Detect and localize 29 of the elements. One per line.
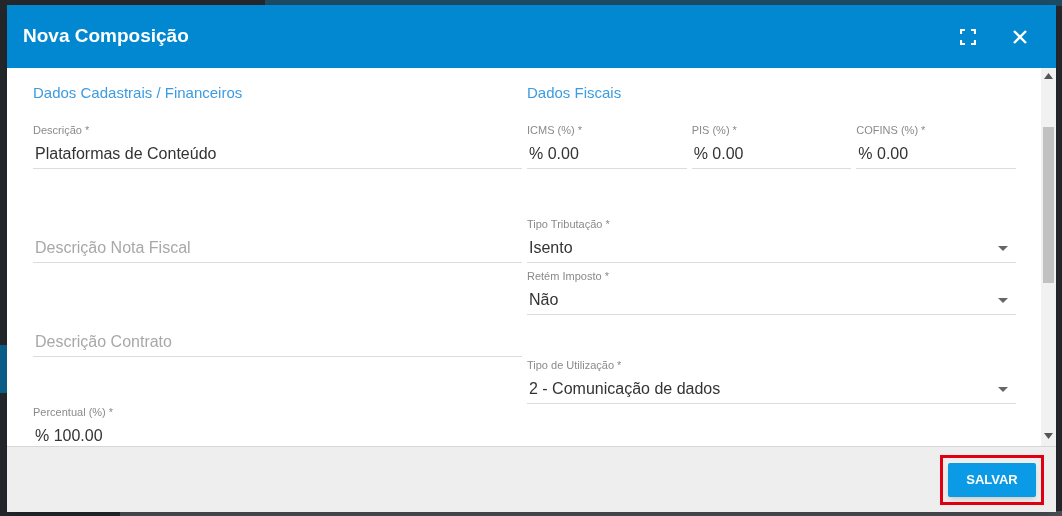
close-icon[interactable] xyxy=(1012,28,1028,45)
field-label: COFINS (%) * xyxy=(856,123,927,138)
input-field[interactable]: % 0.00 xyxy=(527,139,687,169)
caret-icon[interactable] xyxy=(998,387,1008,392)
scrollbar[interactable] xyxy=(1041,68,1056,446)
scroll-down-icon[interactable] xyxy=(1044,433,1053,439)
field-label: Percentual (%) * xyxy=(33,405,115,420)
input-field[interactable]: % 0.00 xyxy=(691,139,852,169)
field-label: Descrição * xyxy=(33,123,91,138)
scrollbar-thumb[interactable] xyxy=(1043,127,1054,283)
section-heading: Dados Fiscais xyxy=(527,83,622,103)
caret-icon[interactable] xyxy=(998,246,1008,251)
input-field[interactable]: Descrição Nota Fiscal xyxy=(33,233,522,263)
input-field[interactable]: Descrição Contrato xyxy=(33,327,522,357)
input-field[interactable]: % 0.00 xyxy=(856,139,1016,169)
dropdown-field[interactable]: 2 - Comunicação de dados xyxy=(527,374,1016,404)
dropdown-field[interactable]: Isento xyxy=(527,233,1016,263)
dropdown-field[interactable]: Não xyxy=(527,285,1016,315)
input-field[interactable]: Plataformas de Conteúdo xyxy=(33,139,522,169)
section-heading: Dados Cadastrais / Financeiros xyxy=(33,83,243,103)
field-label: ICMS (%) * xyxy=(527,123,583,138)
dialog-title: Nova Composição xyxy=(23,24,190,49)
caret-icon[interactable] xyxy=(998,298,1008,303)
field-label: PIS (%) * xyxy=(691,123,738,138)
scroll-up-icon[interactable] xyxy=(1044,73,1053,79)
field-label: Tipo de Utilização * xyxy=(527,358,623,373)
fullscreen-icon[interactable] xyxy=(960,28,976,45)
field-label: Retém Imposto * xyxy=(527,269,610,284)
field-label: Tipo Tributação * xyxy=(527,217,611,232)
